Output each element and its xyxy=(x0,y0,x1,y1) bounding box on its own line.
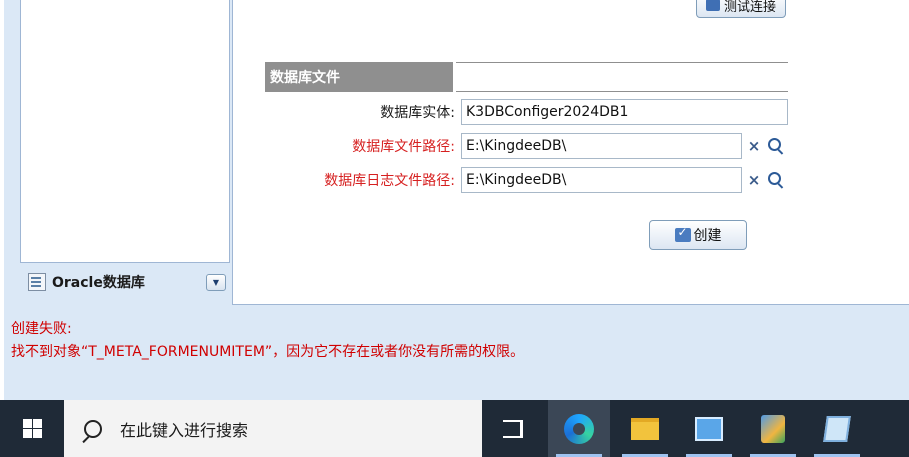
create-label: 创建 xyxy=(693,228,722,244)
browse-search-icon[interactable] xyxy=(765,168,787,192)
folder-icon xyxy=(631,417,659,440)
db-log-path-row: 数据库日志文件路径: E:\KingdeeDB\ × xyxy=(265,167,788,195)
db-file-path-label: 数据库文件路径: xyxy=(352,139,455,155)
test-connection-button[interactable]: 测试连接 xyxy=(696,0,786,18)
db-entity-row: 数据库实体: K3DBConfiger2024DB1 xyxy=(265,99,788,127)
error-message-area: 创建失败: 找不到对象“T_META_FORMENUMITEM”，因为它不存在或… xyxy=(8,310,909,394)
search-placeholder: 在此键入进行搜索 xyxy=(120,420,249,440)
windows-taskbar: 在此键入进行搜索 xyxy=(0,400,909,457)
database-icon xyxy=(28,273,46,291)
section-header: 数据库文件 xyxy=(265,62,788,92)
error-title: 创建失败: xyxy=(11,321,72,337)
file-explorer-taskbar-item[interactable] xyxy=(614,400,676,457)
installer-taskbar-item[interactable] xyxy=(742,400,804,457)
task-view-button[interactable] xyxy=(482,400,544,457)
browse-search-icon[interactable] xyxy=(765,134,787,158)
db-entity-label: 数据库实体: xyxy=(380,105,455,121)
create-icon xyxy=(674,225,691,242)
error-detail: 找不到对象“T_META_FORMENUMITEM”，因为它不存在或者你没有所需… xyxy=(11,344,525,360)
clear-icon[interactable]: × xyxy=(743,134,765,158)
create-button[interactable]: 创建 xyxy=(649,220,747,250)
window-edge xyxy=(0,0,4,400)
task-view-icon xyxy=(503,419,523,438)
taskbar-search-box[interactable]: 在此键入进行搜索 xyxy=(64,400,482,457)
content-panel: 测试连接 数据库文件 数据库实体: K3DBConfiger2024DB1 数据… xyxy=(232,0,909,305)
test-connection-label: 测试连接 xyxy=(723,0,776,15)
start-button[interactable] xyxy=(0,400,64,457)
app-window: Oracle数据库 ▼ 测试连接 数据库文件 数据库实体: K3DBConfig… xyxy=(0,0,909,400)
database-list[interactable] xyxy=(20,0,230,263)
oracle-group-label: Oracle数据库 xyxy=(52,275,145,291)
installer-app-icon xyxy=(761,414,785,443)
kingdee-app-icon xyxy=(695,416,723,441)
search-icon xyxy=(84,419,102,438)
db-file-path-row: 数据库文件路径: E:\KingdeeDB\ × xyxy=(265,133,788,161)
edge-browser-icon xyxy=(564,413,594,444)
chevron-down-icon[interactable]: ▼ xyxy=(206,274,226,291)
windows-logo-icon xyxy=(22,419,42,438)
db-log-path-label: 数据库日志文件路径: xyxy=(324,173,455,189)
kingdee-taskbar-item[interactable] xyxy=(678,400,740,457)
db-log-path-field[interactable]: E:\KingdeeDB\ xyxy=(461,167,742,193)
connection-icon xyxy=(705,0,720,11)
section-divider xyxy=(456,62,788,92)
db-file-path-field[interactable]: E:\KingdeeDB\ xyxy=(461,133,742,159)
edge-taskbar-item[interactable] xyxy=(548,400,610,457)
oracle-group-header[interactable]: Oracle数据库 ▼ xyxy=(20,266,230,298)
left-navigation-panel: Oracle数据库 ▼ xyxy=(10,0,230,300)
db-entity-field[interactable]: K3DBConfiger2024DB1 xyxy=(461,99,788,125)
notepad-app-icon xyxy=(823,415,851,442)
section-title: 数据库文件 xyxy=(265,62,453,92)
notepad-taskbar-item[interactable] xyxy=(806,400,868,457)
clear-icon[interactable]: × xyxy=(743,168,765,192)
